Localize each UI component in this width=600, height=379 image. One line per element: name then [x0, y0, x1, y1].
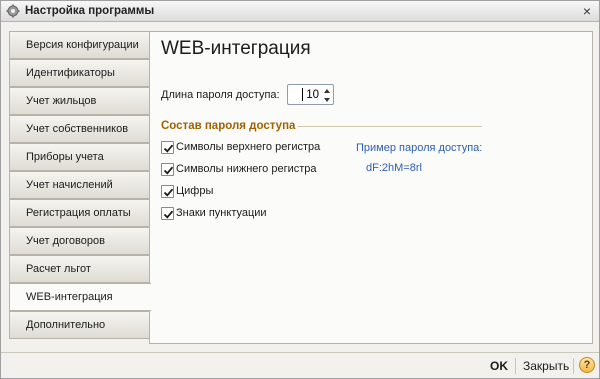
checkbox-label: Знаки пунктуации	[176, 207, 267, 219]
close-button[interactable]: Закрыть	[523, 359, 569, 373]
spin-buttons	[322, 86, 332, 103]
tab-web-integration[interactable]: WEB-интеграция	[9, 283, 151, 311]
checkbox-label: Символы верхнего регистра	[176, 141, 321, 153]
checkbox-digits[interactable]: Цифры	[161, 183, 213, 199]
page-title: WEB-интеграция	[161, 38, 311, 59]
example-password-value: dF:2hM=8rl	[366, 162, 422, 174]
spin-up-icon[interactable]	[322, 86, 332, 94]
checkbox-label: Цифры	[176, 185, 214, 197]
help-icon[interactable]: ?	[579, 357, 595, 373]
checkbox-lowercase[interactable]: Символы нижнего регистра	[161, 161, 317, 177]
composition-group-title: Состав пароля доступа	[161, 120, 296, 132]
gear-icon	[6, 4, 20, 18]
spin-down-icon[interactable]	[322, 95, 332, 103]
close-window-button[interactable]: ×	[579, 3, 595, 19]
checkbox-punctuation[interactable]: Знаки пунктуации	[161, 205, 267, 221]
checkbox-label: Символы нижнего регистра	[176, 163, 317, 175]
tab-residents[interactable]: Учет жильцов	[9, 87, 150, 115]
example-password-label: Пример пароля доступа:	[356, 142, 483, 154]
tab-identifiers[interactable]: Идентификаторы	[9, 59, 150, 87]
tab-version[interactable]: Версия конфигурации	[9, 31, 150, 59]
footer-divider	[573, 358, 574, 374]
ok-button[interactable]: OK	[490, 359, 508, 373]
tab-accruals[interactable]: Учет начислений	[9, 171, 150, 199]
tab-benefits[interactable]: Расчет льгот	[9, 255, 150, 283]
checkbox-uppercase[interactable]: Символы верхнего регистра	[161, 139, 320, 155]
tab-meters[interactable]: Приборы учета	[9, 143, 150, 171]
footer-divider	[515, 358, 516, 374]
tab-additional[interactable]: Дополнительно	[9, 311, 150, 339]
password-length-stepper[interactable]	[287, 84, 334, 105]
group-divider	[298, 126, 482, 127]
tab-payments[interactable]: Регистрация оплаты	[9, 199, 150, 227]
checkmark-icon	[163, 210, 174, 219]
window-title: Настройка программы	[25, 5, 155, 17]
checkbox-box[interactable]	[161, 184, 174, 198]
checkbox-box[interactable]	[161, 140, 174, 154]
password-length-input[interactable]	[291, 86, 321, 103]
web-integration-panel: WEB-интеграция Длина пароля доступа: Сос…	[149, 31, 593, 344]
password-length-label: Длина пароля доступа:	[161, 89, 280, 101]
checkmark-icon	[163, 166, 174, 175]
tab-contracts[interactable]: Учет договоров	[9, 227, 150, 255]
checkmark-icon	[163, 188, 174, 197]
title-bar[interactable]: Настройка программы ×	[1, 1, 599, 22]
settings-tab-list: Версия конфигурации Идентификаторы Учет …	[9, 31, 151, 342]
settings-window: Настройка программы × Версия конфигураци…	[0, 0, 600, 379]
checkmark-icon	[163, 144, 174, 153]
tab-owners[interactable]: Учет собственников	[9, 115, 150, 143]
checkbox-box[interactable]	[161, 206, 174, 220]
text-caret	[302, 88, 303, 101]
dialog-footer: OK Закрыть ?	[1, 352, 599, 378]
checkbox-box[interactable]	[161, 162, 174, 176]
